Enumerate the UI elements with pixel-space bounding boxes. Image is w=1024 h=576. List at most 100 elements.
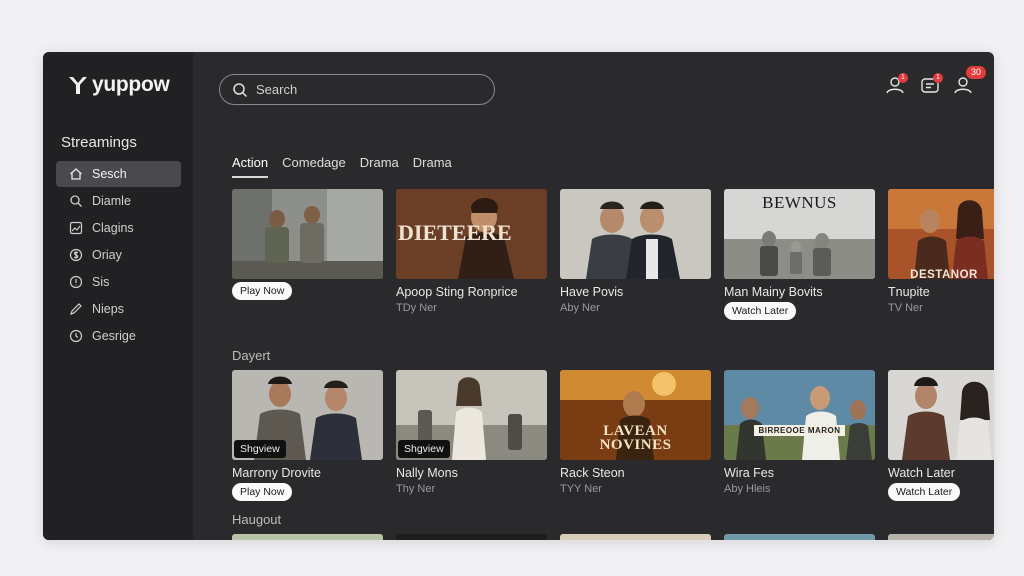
poster-art (888, 189, 994, 279)
search-icon (233, 82, 248, 97)
movie-title: Man Mainy Bovits (724, 285, 823, 299)
movie-thumbnail-partial[interactable] (396, 534, 547, 540)
sidebar-item-clagins[interactable]: Clagins (56, 215, 181, 241)
movie-card[interactable]: Have Povis Aby Ner (560, 189, 711, 320)
notification-badge: 1 (898, 73, 908, 83)
genre-tabs: Action Comedage Drama Drama (232, 155, 452, 178)
section-label: Haugout (232, 512, 282, 527)
movie-card[interactable]: BEWNUS Man Mainy Bovits Watch Later (724, 189, 875, 320)
sidebar-item-label: Diamle (92, 194, 131, 208)
profile-button[interactable]: 1 (884, 73, 908, 96)
image-icon (69, 221, 83, 235)
movie-title: Wira Fes (724, 466, 774, 480)
movie-card[interactable]: Shgview Marrony Drovite Play Now (232, 370, 383, 501)
poster-title-text: LAVEAN NOVINES (599, 423, 672, 453)
sidebar-item-diamle[interactable]: Diamle (56, 188, 181, 214)
poster-title-text: DIETEERE (398, 220, 512, 245)
movie-subtitle: TV Ner (888, 302, 923, 314)
movie-title: Watch Later (888, 466, 955, 480)
content-row: Play Now DIETEERE Apoop Sting Ronprice T… (232, 189, 994, 320)
movie-card[interactable]: Watch Later Watch Later (888, 370, 994, 501)
poster-art (232, 189, 383, 279)
account-button[interactable]: 30 (952, 66, 986, 96)
movie-thumbnail[interactable]: LAVEAN NOVINES (560, 370, 711, 460)
movie-subtitle: Thy Ner (396, 483, 436, 495)
movie-card[interactable]: BIRREOOE MARON Wira Fes Aby Hleis (724, 370, 875, 501)
movie-thumbnail-partial[interactable] (232, 534, 383, 540)
movie-card[interactable]: DIETEERE Apoop Sting Ronprice TDy Ner (396, 189, 547, 320)
poster-title-text: BEWNUS (762, 193, 837, 212)
showview-tag: Shgview (398, 440, 450, 458)
alert-circle-icon (69, 275, 83, 289)
messages-button[interactable]: 1 (919, 73, 943, 96)
poster-art (888, 370, 994, 460)
movie-title: Have Povis (560, 285, 624, 299)
movie-thumbnail-partial[interactable] (560, 534, 711, 540)
sidebar-item-label: Sis (92, 275, 110, 289)
notification-badge: 1 (933, 73, 943, 83)
movie-thumbnail[interactable]: Shgview (232, 370, 383, 460)
showview-tag: Shgview (234, 440, 286, 458)
watch-later-button[interactable]: Watch Later (724, 302, 797, 320)
sidebar-item-sis[interactable]: Sis (56, 269, 181, 295)
dollar-circle-icon (69, 248, 83, 262)
sidebar-heading: Streamings (61, 134, 137, 151)
movie-title: Tnupite (888, 285, 930, 299)
sidebar-item-label: Clagins (92, 221, 134, 235)
sidebar-item-label: Sesch (92, 167, 127, 181)
content-row: Shgview Marrony Drovite Play Now Shgview… (232, 370, 994, 501)
clock-icon (69, 329, 83, 343)
poster-sign-text: BIRREOOE MARON (754, 425, 845, 436)
movie-thumbnail-partial[interactable] (888, 534, 994, 540)
movie-thumbnail[interactable] (232, 189, 383, 279)
section-label: Dayert (232, 348, 271, 363)
tab-action[interactable]: Action (232, 155, 269, 178)
movie-card[interactable]: DESTANOR Tnupite TV Ner (888, 189, 994, 320)
tab-comedage[interactable]: Comedage (282, 155, 346, 178)
movie-title: Rack Steon (560, 466, 625, 480)
movie-thumbnail[interactable] (888, 370, 994, 460)
poster-art (560, 189, 711, 279)
notification-badge: 30 (966, 66, 986, 79)
movie-title: Marrony Drovite (232, 466, 321, 480)
content-row-partial (232, 534, 994, 540)
movie-card[interactable]: Shgview Nally Mons Thy Ner (396, 370, 547, 501)
poster-art (724, 370, 875, 460)
sidebar-item-gesrige[interactable]: Gesrige (56, 323, 181, 349)
logo-mark-icon (69, 77, 87, 94)
play-now-button[interactable]: Play Now (232, 483, 293, 501)
poster-title-text: DESTANOR (910, 269, 978, 279)
sidebar-item-label: Gesrige (92, 329, 136, 343)
main-content: 1 1 30 Action Comedage Drama Drama (193, 52, 994, 540)
app-window: yuppow Streamings Sesch Diamle Clagins O… (43, 52, 994, 540)
movie-title: Apoop Sting Ronprice (396, 285, 518, 299)
movie-thumbnail[interactable]: DIETEERE (396, 189, 547, 279)
movie-thumbnail-partial[interactable] (724, 534, 875, 540)
movie-thumbnail[interactable]: Shgview (396, 370, 547, 460)
movie-thumbnail[interactable] (560, 189, 711, 279)
tab-drama-2[interactable]: Drama (413, 155, 452, 178)
movie-title: Nally Mons (396, 466, 458, 480)
sidebar-item-sesch[interactable]: Sesch (56, 161, 181, 187)
search-bar[interactable] (219, 74, 495, 105)
movie-thumbnail[interactable]: BIRREOOE MARON (724, 370, 875, 460)
sidebar-item-oriay[interactable]: Oriay (56, 242, 181, 268)
search-icon (70, 195, 82, 207)
sidebar-item-nieps[interactable]: Nieps (56, 296, 181, 322)
home-icon (70, 168, 82, 180)
movie-thumbnail[interactable]: DESTANOR (888, 189, 994, 279)
movie-thumbnail[interactable]: BEWNUS (724, 189, 875, 279)
movie-card[interactable]: Play Now (232, 189, 383, 320)
tab-drama[interactable]: Drama (360, 155, 399, 178)
sidebar-item-label: Nieps (92, 302, 124, 316)
play-now-button[interactable]: Play Now (232, 282, 293, 300)
sidebar: yuppow Streamings Sesch Diamle Clagins O… (43, 52, 193, 540)
sidebar-item-label: Oriay (92, 248, 122, 262)
movie-card[interactable]: LAVEAN NOVINES Rack Steon TYY Ner (560, 370, 711, 501)
app-name: yuppow (92, 73, 170, 96)
watch-later-button[interactable]: Watch Later (888, 483, 961, 501)
movie-subtitle: Aby Hleis (724, 483, 771, 495)
app-logo[interactable]: yuppow (67, 72, 170, 98)
search-input[interactable] (256, 82, 476, 97)
movie-subtitle: Aby Ner (560, 302, 600, 314)
